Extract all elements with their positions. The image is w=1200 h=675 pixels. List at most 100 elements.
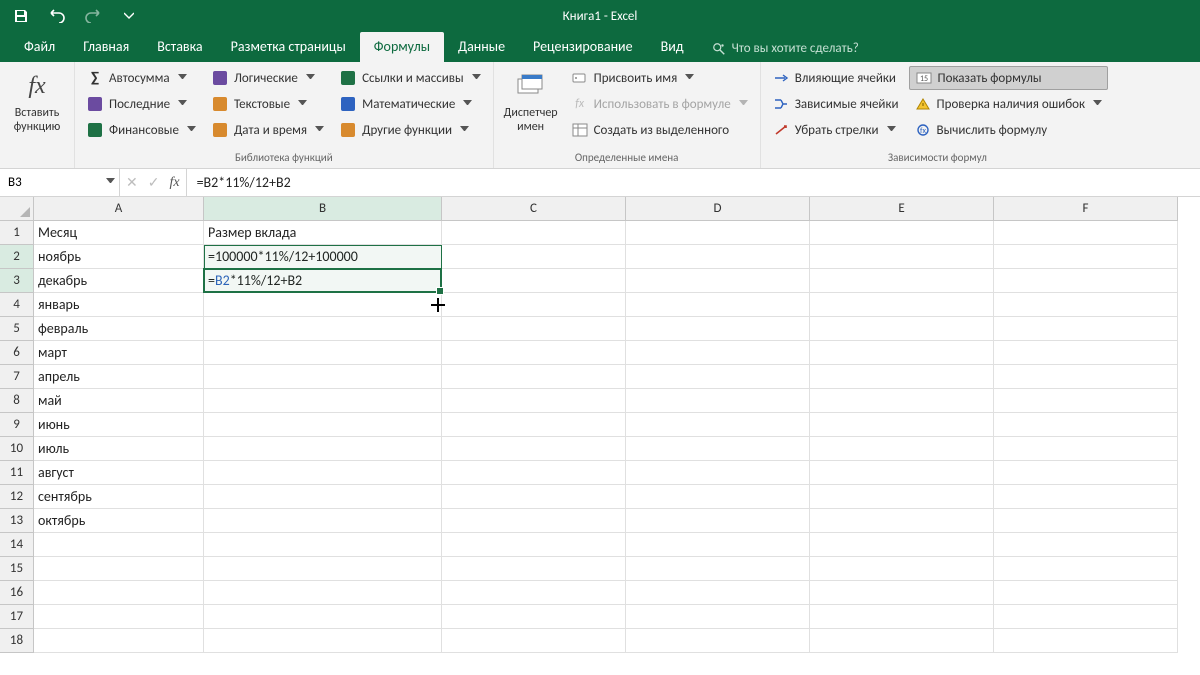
cell-B12[interactable] bbox=[204, 485, 442, 509]
row-header-14[interactable]: 14 bbox=[0, 533, 34, 557]
cell-D16[interactable] bbox=[626, 581, 810, 605]
cell-C2[interactable] bbox=[442, 245, 626, 269]
cell-F13[interactable] bbox=[994, 509, 1178, 533]
select-all-corner[interactable] bbox=[0, 197, 34, 221]
name-manager-button[interactable]: Диспетчер имен bbox=[500, 66, 562, 148]
cell-E13[interactable] bbox=[810, 509, 994, 533]
cell-C12[interactable] bbox=[442, 485, 626, 509]
cell-D7[interactable] bbox=[626, 365, 810, 389]
cell-D8[interactable] bbox=[626, 389, 810, 413]
cell-A9[interactable]: июнь bbox=[34, 413, 204, 437]
cell-E18[interactable] bbox=[810, 629, 994, 653]
tab-formulas[interactable]: Формулы bbox=[360, 32, 444, 62]
cell-B15[interactable] bbox=[204, 557, 442, 581]
cell-B16[interactable] bbox=[204, 581, 442, 605]
cell-E14[interactable] bbox=[810, 533, 994, 557]
enter-icon[interactable]: ✓ bbox=[148, 174, 160, 191]
cell-F18[interactable] bbox=[994, 629, 1178, 653]
column-header-B[interactable]: B bbox=[204, 197, 442, 221]
cell-D2[interactable] bbox=[626, 245, 810, 269]
tab-home[interactable]: Главная bbox=[69, 32, 143, 62]
cell-B6[interactable] bbox=[204, 341, 442, 365]
cell-D10[interactable] bbox=[626, 437, 810, 461]
row-header-16[interactable]: 16 bbox=[0, 581, 34, 605]
error-checking-button[interactable]: Проверка наличия ошибок bbox=[909, 92, 1109, 116]
row-header-15[interactable]: 15 bbox=[0, 557, 34, 581]
tab-review[interactable]: Рецензирование bbox=[519, 32, 647, 62]
column-header-A[interactable]: A bbox=[34, 197, 204, 221]
cell-E16[interactable] bbox=[810, 581, 994, 605]
row-header-3[interactable]: 3 bbox=[0, 269, 34, 293]
redo-icon[interactable] bbox=[82, 5, 104, 27]
cell-A7[interactable]: апрель bbox=[34, 365, 204, 389]
math-button[interactable]: Математические bbox=[334, 92, 487, 116]
cell-E9[interactable] bbox=[810, 413, 994, 437]
cell-E6[interactable] bbox=[810, 341, 994, 365]
cell-D1[interactable] bbox=[626, 221, 810, 245]
cell-C18[interactable] bbox=[442, 629, 626, 653]
cell-D13[interactable] bbox=[626, 509, 810, 533]
cell-F1[interactable] bbox=[994, 221, 1178, 245]
column-header-D[interactable]: D bbox=[626, 197, 810, 221]
cell-C17[interactable] bbox=[442, 605, 626, 629]
cell-D17[interactable] bbox=[626, 605, 810, 629]
cell-F2[interactable] bbox=[994, 245, 1178, 269]
cell-F5[interactable] bbox=[994, 317, 1178, 341]
lookup-button[interactable]: Ссылки и массивы bbox=[334, 66, 487, 90]
cell-B17[interactable] bbox=[204, 605, 442, 629]
cell-C3[interactable] bbox=[442, 269, 626, 293]
insert-function-button[interactable]: fx Вставить функцию bbox=[6, 66, 68, 148]
define-name-button[interactable]: Присвоить имя bbox=[566, 66, 754, 90]
cell-D4[interactable] bbox=[626, 293, 810, 317]
cell-B3[interactable]: =B2*11%/12+B2 bbox=[204, 269, 442, 293]
cell-F14[interactable] bbox=[994, 533, 1178, 557]
cell-F12[interactable] bbox=[994, 485, 1178, 509]
row-header-12[interactable]: 12 bbox=[0, 485, 34, 509]
cell-A13[interactable]: октябрь bbox=[34, 509, 204, 533]
cell-E3[interactable] bbox=[810, 269, 994, 293]
cell-C16[interactable] bbox=[442, 581, 626, 605]
cell-A5[interactable]: февраль bbox=[34, 317, 204, 341]
cell-F11[interactable] bbox=[994, 461, 1178, 485]
cell-E11[interactable] bbox=[810, 461, 994, 485]
cell-B4[interactable] bbox=[204, 293, 442, 317]
trace-precedents-button[interactable]: Влияющие ячейки bbox=[767, 66, 905, 90]
cell-B7[interactable] bbox=[204, 365, 442, 389]
cell-B1[interactable]: Размер вклада bbox=[204, 221, 442, 245]
cell-B14[interactable] bbox=[204, 533, 442, 557]
cell-F8[interactable] bbox=[994, 389, 1178, 413]
remove-arrows-button[interactable]: Убрать стрелки bbox=[767, 118, 905, 142]
evaluate-formula-button[interactable]: fxВычислить формулу bbox=[909, 118, 1109, 142]
cell-C13[interactable] bbox=[442, 509, 626, 533]
cell-C7[interactable] bbox=[442, 365, 626, 389]
logical-button[interactable]: Логические bbox=[206, 66, 330, 90]
cell-A10[interactable]: июль bbox=[34, 437, 204, 461]
cell-E7[interactable] bbox=[810, 365, 994, 389]
cell-C9[interactable] bbox=[442, 413, 626, 437]
cell-A8[interactable]: май bbox=[34, 389, 204, 413]
cell-F7[interactable] bbox=[994, 365, 1178, 389]
cell-C1[interactable] bbox=[442, 221, 626, 245]
cell-A6[interactable]: март bbox=[34, 341, 204, 365]
cell-B2[interactable]: =100000*11%/12+100000 bbox=[204, 245, 442, 269]
save-icon[interactable] bbox=[10, 5, 32, 27]
qat-customize-icon[interactable] bbox=[118, 5, 140, 27]
row-header-10[interactable]: 10 bbox=[0, 437, 34, 461]
tab-view[interactable]: Вид bbox=[647, 32, 698, 62]
cell-D6[interactable] bbox=[626, 341, 810, 365]
cell-B13[interactable] bbox=[204, 509, 442, 533]
row-header-8[interactable]: 8 bbox=[0, 389, 34, 413]
cell-C4[interactable] bbox=[442, 293, 626, 317]
datetime-button[interactable]: Дата и время bbox=[206, 118, 330, 142]
show-formulas-button[interactable]: 15Показать формулы bbox=[909, 66, 1109, 90]
cell-A11[interactable]: август bbox=[34, 461, 204, 485]
cell-A17[interactable] bbox=[34, 605, 204, 629]
cell-F9[interactable] bbox=[994, 413, 1178, 437]
tab-page-layout[interactable]: Разметка страницы bbox=[217, 32, 360, 62]
text-button[interactable]: Текстовые bbox=[206, 92, 330, 116]
cell-F10[interactable] bbox=[994, 437, 1178, 461]
cell-D18[interactable] bbox=[626, 629, 810, 653]
tell-me-search[interactable]: Что вы хотите сделать? bbox=[698, 41, 873, 62]
cell-D15[interactable] bbox=[626, 557, 810, 581]
financial-button[interactable]: Финансовые bbox=[81, 118, 202, 142]
